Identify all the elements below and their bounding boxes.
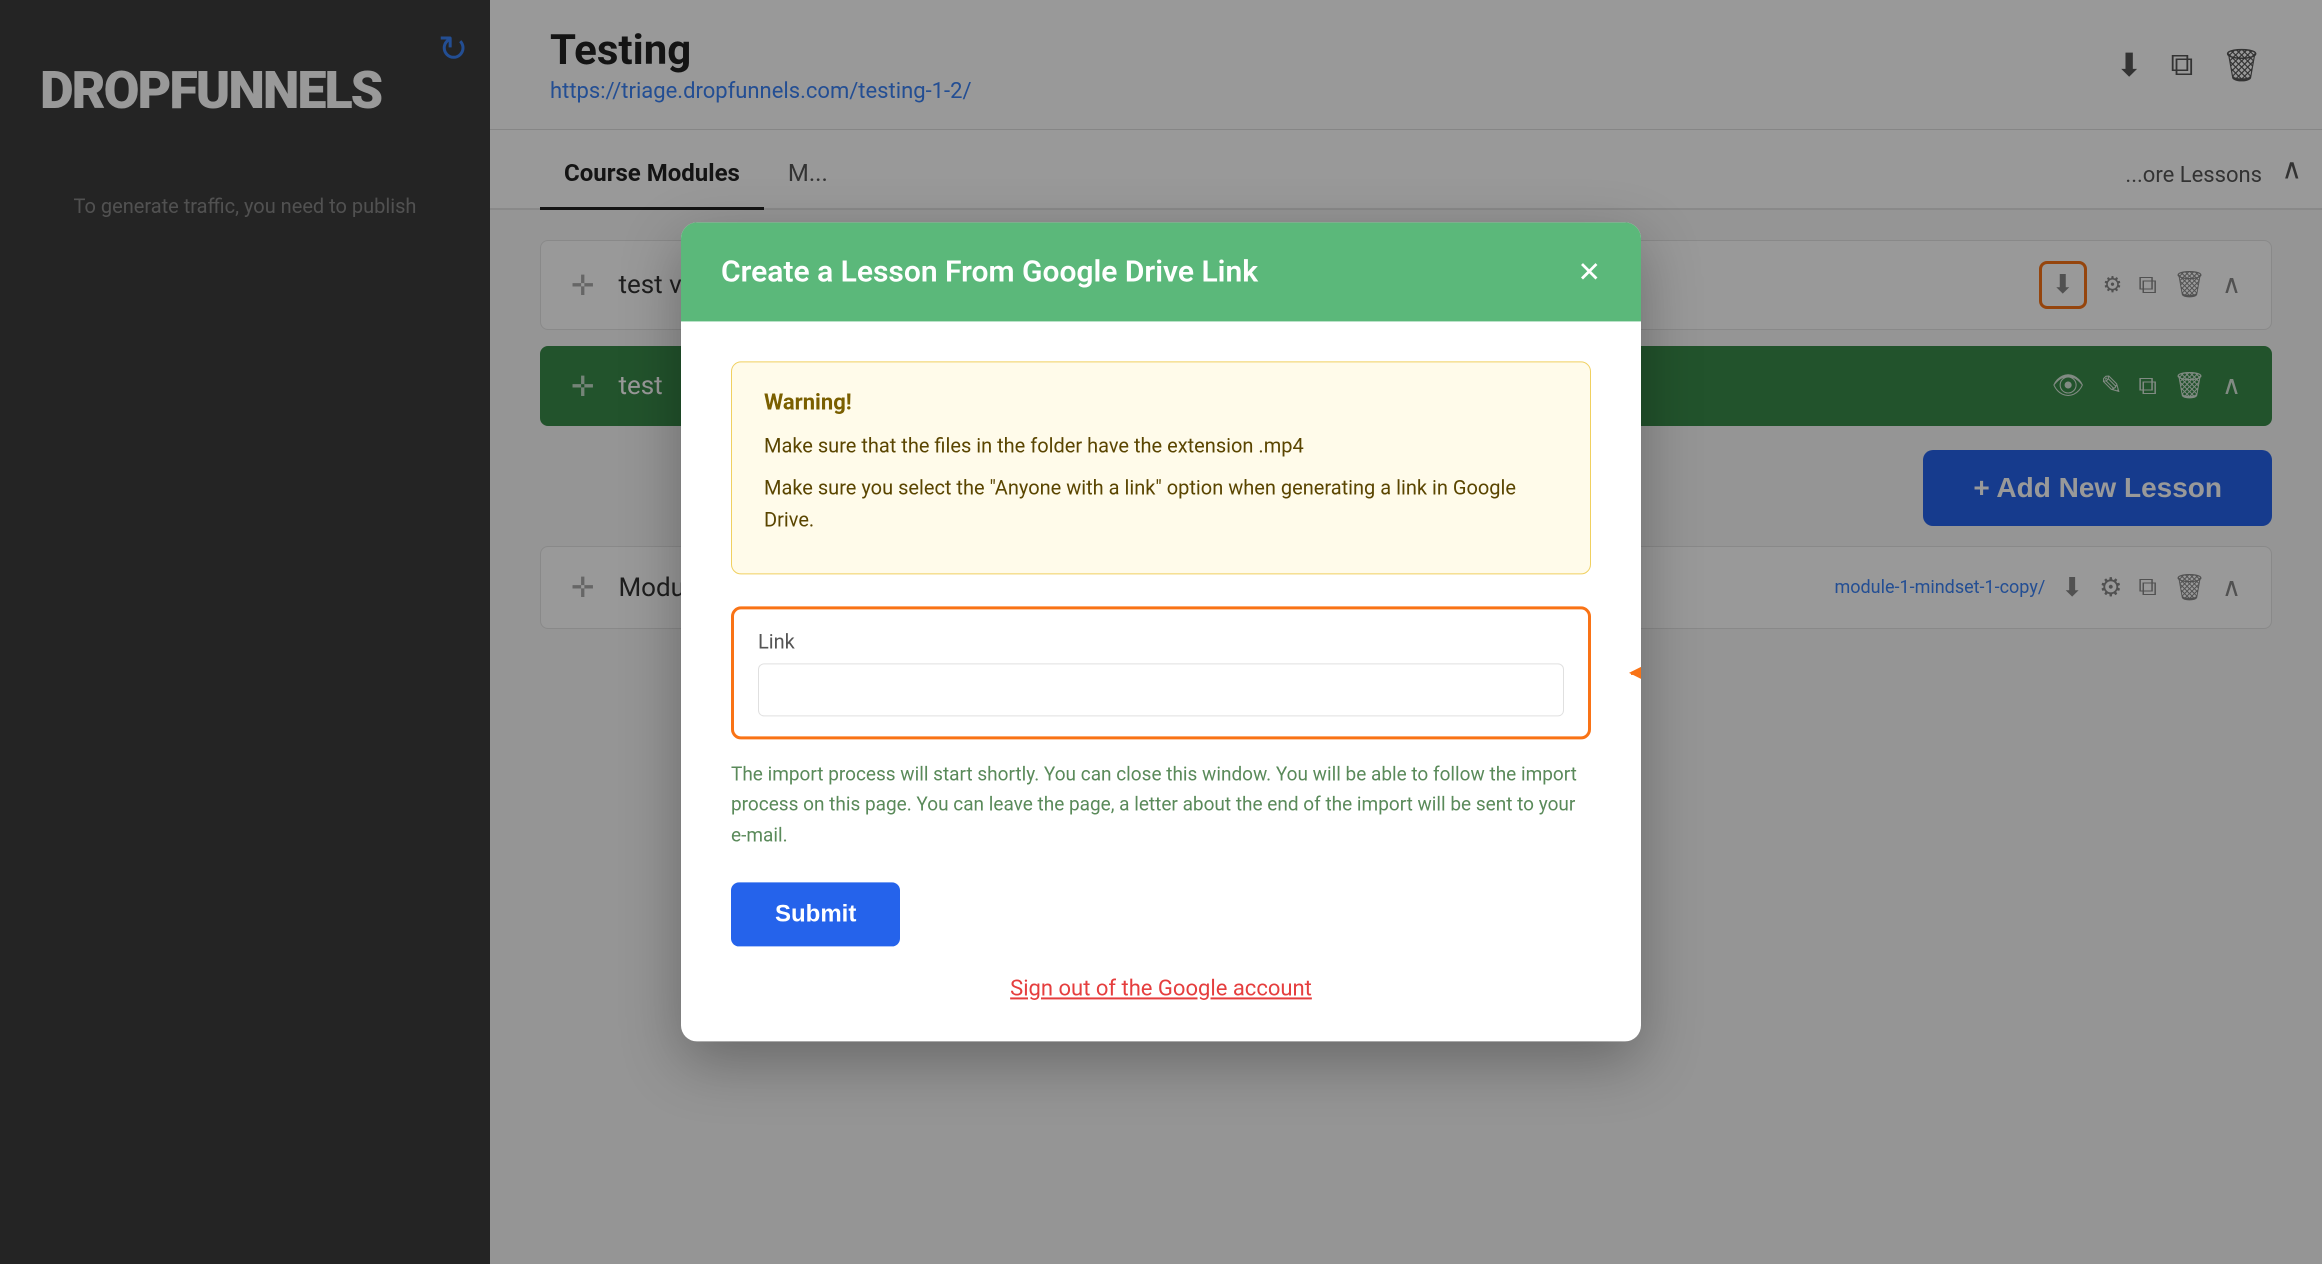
warning-title: Warning! xyxy=(764,390,1558,415)
modal-header: Create a Lesson From Google Drive Link ✕ xyxy=(681,222,1641,321)
link-input-wrapper: Link xyxy=(731,606,1591,739)
info-text: The import process will start shortly. Y… xyxy=(731,759,1591,850)
warning-line1: Make sure that the files in the folder h… xyxy=(764,429,1558,461)
modal-body: Warning! Make sure that the files in the… xyxy=(681,321,1641,1041)
modal-dialog: Create a Lesson From Google Drive Link ✕… xyxy=(681,222,1641,1041)
link-label: Link xyxy=(758,629,1564,653)
link-input-group: Link xyxy=(731,606,1591,739)
warning-line2: Make sure you select the "Anyone with a … xyxy=(764,471,1558,535)
arrow-head xyxy=(1629,663,1641,683)
modal-title: Create a Lesson From Google Drive Link xyxy=(721,254,1258,289)
arrow-annotation xyxy=(1631,671,1641,674)
submit-button[interactable]: Submit xyxy=(731,883,900,947)
link-input[interactable] xyxy=(758,663,1564,716)
arrow-line xyxy=(1631,671,1641,674)
signout-link[interactable]: Sign out of the Google account xyxy=(731,977,1591,1002)
warning-box: Warning! Make sure that the files in the… xyxy=(731,361,1591,574)
modal-close-button[interactable]: ✕ xyxy=(1578,258,1601,286)
